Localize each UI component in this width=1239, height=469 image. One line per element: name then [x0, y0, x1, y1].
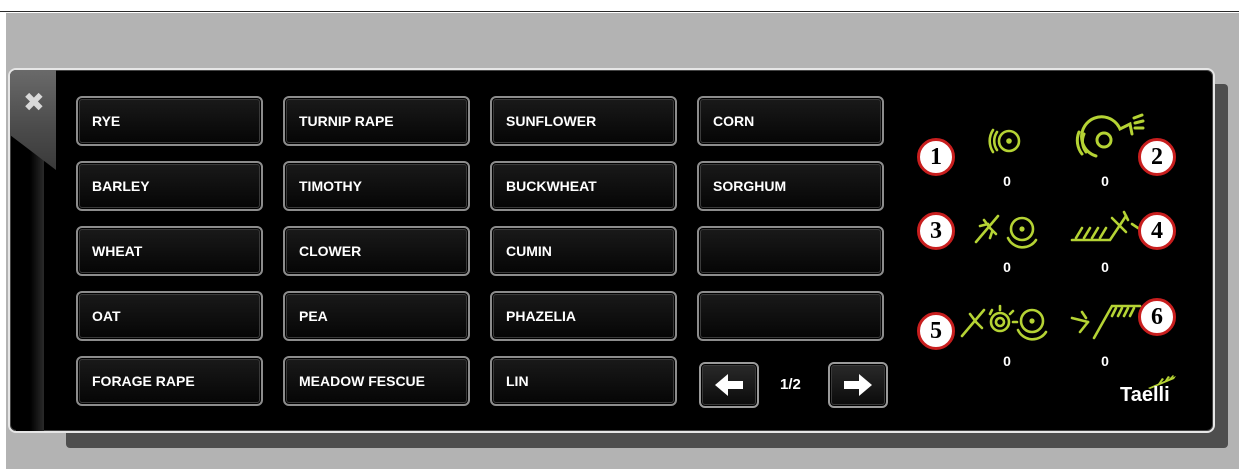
- arrow-left-icon: [715, 374, 743, 396]
- crop-button-sunflower[interactable]: SUNFLOWER: [490, 96, 677, 146]
- crop-button-empty[interactable]: [697, 291, 884, 341]
- sensor-count-1: 0: [1003, 173, 1011, 189]
- sensor-count-3: 0: [1003, 259, 1011, 275]
- sensor-badge-3: 3: [917, 212, 955, 250]
- rotation-sensor-icon: [988, 128, 1021, 154]
- prev-page-button[interactable]: [699, 362, 759, 408]
- crop-button-wheat[interactable]: WHEAT: [76, 226, 263, 276]
- sensor-count-4: 0: [1101, 259, 1109, 275]
- sensor-badge-2: 2: [1138, 138, 1176, 176]
- crop-button-rye[interactable]: RYE: [76, 96, 263, 146]
- next-page-button[interactable]: [828, 362, 888, 408]
- rotor-pressure-sensor-icon: [974, 214, 1038, 249]
- page-indicator: 1/2: [780, 376, 801, 393]
- sensor-badge-6: 6: [1138, 298, 1176, 336]
- double-rotor-sensor-icon: [960, 304, 1048, 341]
- crop-button-corn[interactable]: CORN: [697, 96, 884, 146]
- crop-button-oat[interactable]: OAT: [76, 291, 263, 341]
- crop-button-sorghum[interactable]: SORGHUM: [697, 161, 884, 211]
- ground-pressure-sensor-icon: [1070, 210, 1140, 242]
- crop-button-buckwheat[interactable]: BUCKWHEAT: [490, 161, 677, 211]
- brand-logo: Taelli: [1120, 384, 1170, 406]
- sensor-badge-1: 1: [917, 138, 955, 176]
- arrow-right-icon: [844, 374, 872, 396]
- top-strip: [0, 0, 1239, 12]
- close-icon: ✖: [23, 88, 45, 118]
- crop-button-timothy[interactable]: TIMOTHY: [283, 161, 470, 211]
- crop-button-turnip-rape[interactable]: TURNIP RAPE: [283, 96, 470, 146]
- crop-button-lin[interactable]: LIN: [490, 356, 677, 406]
- sensor-count-2: 0: [1101, 173, 1109, 189]
- crop-button-phazelia[interactable]: PHAZELIA: [490, 291, 677, 341]
- crop-button-empty[interactable]: [697, 226, 884, 276]
- blower-sensor-icon: [1075, 113, 1145, 158]
- ground-slope-sensor-icon: [1070, 304, 1142, 340]
- crop-button-forage-rape[interactable]: FORAGE RAPE: [76, 356, 263, 406]
- sensor-badge-4: 4: [1138, 212, 1176, 250]
- sensor-count-6: 0: [1101, 353, 1109, 369]
- crop-button-barley[interactable]: BARLEY: [76, 161, 263, 211]
- sensor-count-5: 0: [1003, 353, 1011, 369]
- crop-button-cumin[interactable]: CUMIN: [490, 226, 677, 276]
- sensor-badge-5: 5: [917, 312, 955, 350]
- crop-button-pea[interactable]: PEA: [283, 291, 470, 341]
- crop-button-meadow-fescue[interactable]: MEADOW FESCUE: [283, 356, 470, 406]
- crop-button-clower[interactable]: CLOWER: [283, 226, 470, 276]
